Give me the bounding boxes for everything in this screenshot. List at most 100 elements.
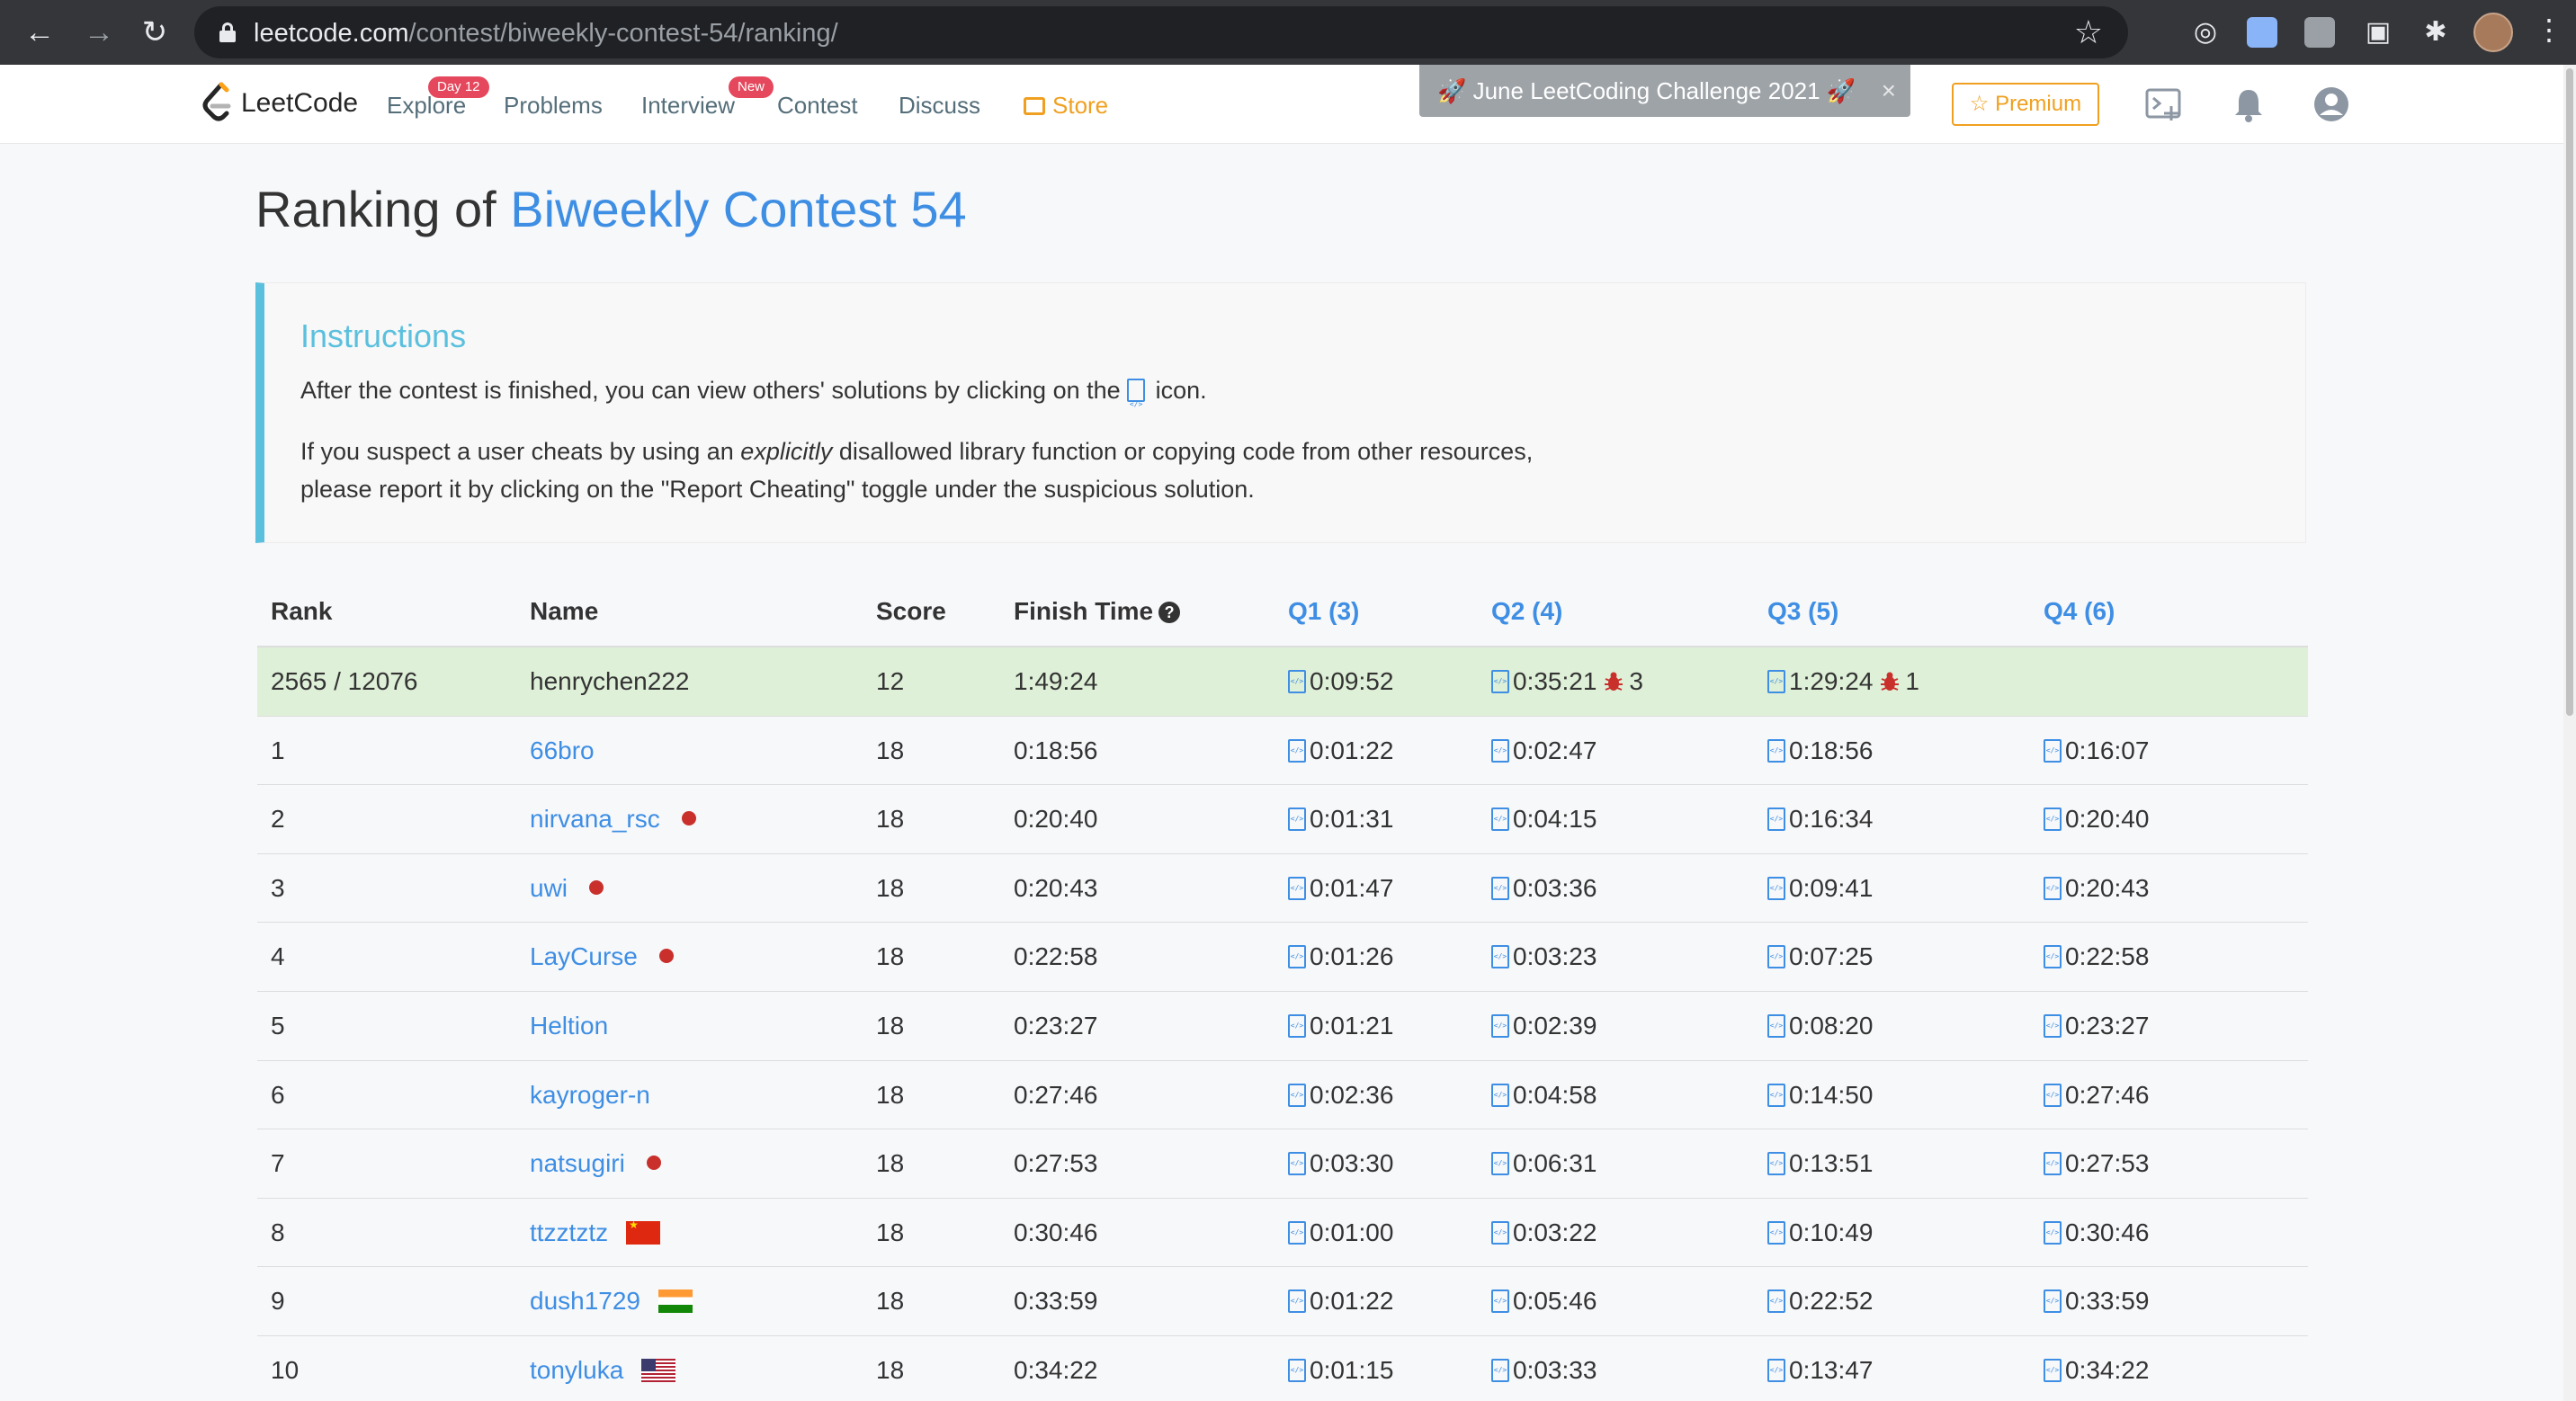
code-icon[interactable] (1288, 876, 1306, 900)
row-name[interactable]: kayroger-n (530, 1081, 650, 1110)
user-account-icon[interactable] (2312, 85, 2351, 124)
code-icon[interactable] (2044, 1083, 2062, 1107)
code-icon[interactable] (2044, 945, 2062, 969)
leetcode-logo-icon[interactable] (200, 81, 236, 126)
code-icon[interactable] (1288, 670, 1306, 693)
address-bar[interactable]: leetcode.com/contest/biweekly-contest-54… (194, 6, 2128, 58)
row-q2[interactable]: 0:03:23 (1491, 942, 1597, 971)
user-name-link[interactable]: uwi (530, 874, 568, 902)
code-icon[interactable] (1491, 1083, 1509, 1107)
row-q1[interactable]: 0:01:26 (1288, 942, 1393, 971)
row-q3[interactable]: 0:07:25 (1767, 942, 1873, 971)
row-q1[interactable]: 0:09:52 (1288, 667, 1393, 696)
code-icon[interactable] (1288, 1013, 1306, 1038)
row-q2[interactable]: 0:05:46 (1491, 1287, 1597, 1316)
row-q1[interactable]: 0:02:36 (1288, 1081, 1393, 1110)
row-q2[interactable]: 0:03:22 (1491, 1218, 1597, 1247)
code-icon[interactable] (1767, 808, 1785, 832)
header-q1[interactable]: Q1 (3) (1288, 597, 1359, 626)
forward-arrow-icon[interactable]: → (79, 13, 119, 52)
row-q3[interactable]: 1:29:24 1 (1767, 667, 1919, 696)
row-q1[interactable]: 0:01:31 (1288, 805, 1393, 834)
page-scrollbar[interactable] (2563, 65, 2576, 1401)
code-icon[interactable] (1491, 1152, 1509, 1176)
user-name-link[interactable]: LayCurse (530, 942, 638, 970)
back-arrow-icon[interactable]: ← (20, 13, 59, 52)
row-q3[interactable]: 0:09:41 (1767, 874, 1873, 903)
row-q1[interactable]: 0:03:30 (1288, 1149, 1393, 1178)
row-name[interactable]: uwi (530, 874, 604, 903)
menu-kebab-icon[interactable]: ⋮ (2535, 13, 2563, 47)
code-icon[interactable] (1288, 1152, 1306, 1176)
row-q4[interactable]: 0:30:46 (2044, 1218, 2149, 1247)
nav-discuss[interactable]: Discuss (899, 92, 980, 120)
nav-contest[interactable]: Contest (777, 92, 858, 120)
row-q4[interactable]: 0:22:58 (2044, 942, 2149, 971)
row-name[interactable]: 66bro (530, 736, 595, 765)
code-icon[interactable] (2044, 876, 2062, 900)
profile-avatar[interactable] (2473, 13, 2513, 52)
code-icon[interactable] (1491, 670, 1509, 693)
extension-target-icon[interactable]: ◎ (2187, 14, 2223, 50)
row-q3[interactable]: 0:13:51 (1767, 1149, 1873, 1178)
user-name-link[interactable]: Heltion (530, 1012, 608, 1040)
row-q2[interactable]: 0:06:31 (1491, 1149, 1597, 1178)
row-q2[interactable]: 0:03:33 (1491, 1356, 1597, 1385)
close-icon[interactable]: × (1882, 65, 1896, 117)
code-icon[interactable] (1491, 876, 1509, 900)
code-icon[interactable] (1767, 876, 1785, 900)
row-q1[interactable]: 0:01:22 (1288, 736, 1393, 765)
row-q4[interactable]: 0:33:59 (2044, 1287, 2149, 1316)
extension-chat-icon[interactable]: ▣ (2360, 14, 2396, 50)
notification-bell-icon[interactable] (2229, 85, 2268, 124)
row-q3[interactable]: 0:14:50 (1767, 1081, 1873, 1110)
extension-blue-icon[interactable] (2247, 17, 2277, 48)
logo-text[interactable]: LeetCode (241, 88, 358, 119)
row-q4[interactable]: 0:20:43 (2044, 874, 2149, 903)
user-name-link[interactable]: tonyluka (530, 1356, 623, 1384)
code-icon[interactable] (1491, 1358, 1509, 1382)
code-icon[interactable] (2044, 1220, 2062, 1245)
row-q3[interactable]: 0:08:20 (1767, 1012, 1873, 1040)
user-name-link[interactable]: nirvana_rsc (530, 805, 660, 833)
code-icon[interactable] (1767, 738, 1785, 763)
code-icon[interactable] (1288, 945, 1306, 969)
user-name-link[interactable]: natsugiri (530, 1149, 625, 1177)
row-q2[interactable]: 0:03:36 (1491, 874, 1597, 903)
row-q1[interactable]: 0:01:15 (1288, 1356, 1393, 1385)
row-q4[interactable]: 0:34:22 (2044, 1356, 2149, 1385)
row-name[interactable]: nirvana_rsc (530, 805, 696, 834)
header-q3[interactable]: Q3 (5) (1767, 597, 1838, 626)
reload-icon[interactable]: ↻ (135, 13, 174, 52)
code-icon[interactable] (1491, 945, 1509, 969)
extensions-puzzle-icon[interactable]: ✱ (2418, 14, 2454, 50)
code-icon[interactable] (1288, 1220, 1306, 1245)
header-q4[interactable]: Q4 (6) (2044, 597, 2115, 626)
code-icon[interactable] (1767, 1358, 1785, 1382)
row-q3[interactable]: 0:10:49 (1767, 1218, 1873, 1247)
code-icon[interactable] (1491, 1289, 1509, 1314)
code-icon[interactable] (1491, 808, 1509, 832)
row-q4[interactable]: 0:16:07 (2044, 736, 2149, 765)
extension-gray-icon[interactable] (2304, 17, 2335, 48)
row-name[interactable]: ttzztztz (530, 1218, 661, 1247)
challenge-banner[interactable]: 🚀 June LeetCoding Challenge 2021 🚀 × (1419, 65, 1910, 117)
row-q3[interactable]: 0:13:47 (1767, 1356, 1873, 1385)
row-name[interactable]: LayCurse (530, 942, 674, 971)
code-icon[interactable] (1491, 738, 1509, 763)
code-icon[interactable] (1767, 1289, 1785, 1314)
code-icon[interactable] (1288, 1358, 1306, 1382)
user-name-link[interactable]: 66bro (530, 736, 595, 764)
code-icon[interactable] (2044, 1152, 2062, 1176)
code-icon[interactable] (1767, 1083, 1785, 1107)
code-icon[interactable] (1491, 1220, 1509, 1245)
row-q4[interactable]: 0:20:40 (2044, 805, 2149, 834)
playground-icon[interactable] (2144, 85, 2184, 124)
code-icon[interactable] (1288, 738, 1306, 763)
row-q4[interactable]: 0:23:27 (2044, 1012, 2149, 1040)
code-icon[interactable] (2044, 1358, 2062, 1382)
code-icon[interactable] (2044, 738, 2062, 763)
code-icon[interactable] (2044, 1013, 2062, 1038)
row-q1[interactable]: 0:01:00 (1288, 1218, 1393, 1247)
nav-store[interactable]: Store (1024, 92, 1108, 120)
